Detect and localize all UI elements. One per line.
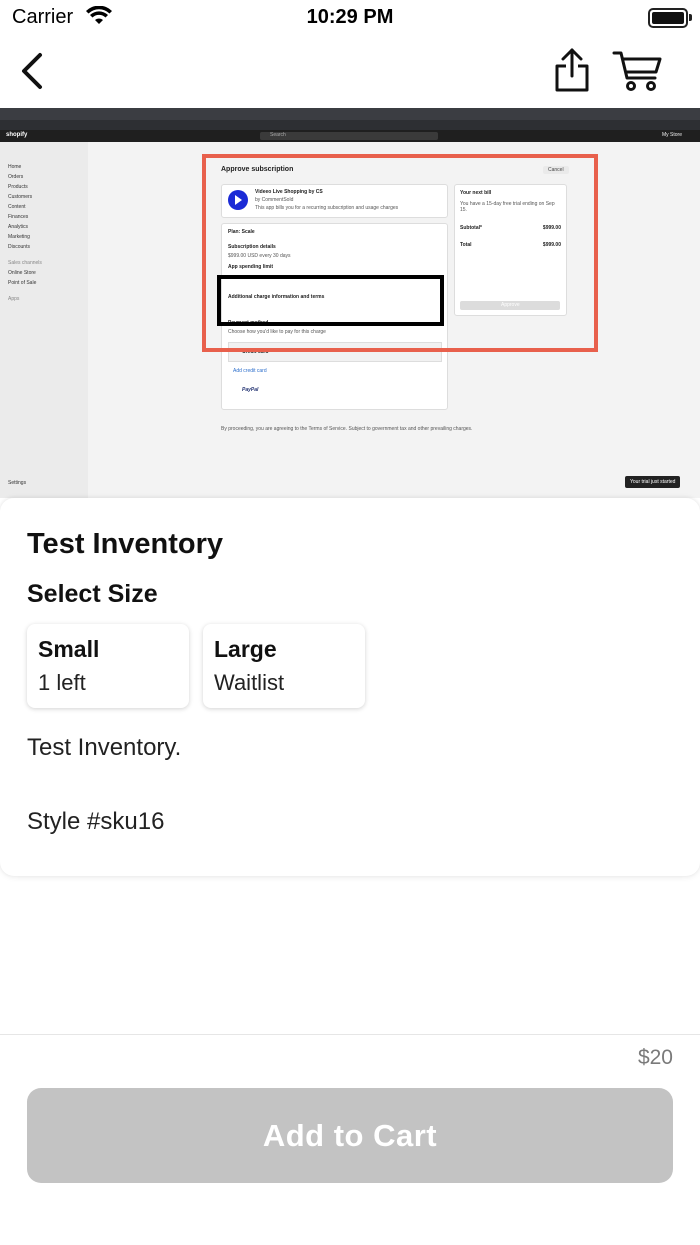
chevron-left-icon — [22, 53, 42, 89]
status-bar: Carrier 10:29 PM — [0, 0, 700, 36]
add-to-cart-button[interactable]: Add to Cart — [27, 1088, 673, 1183]
sidebar-item: Marketing — [8, 234, 30, 240]
battery-icon — [648, 8, 692, 28]
paypal-option: PayPal — [242, 387, 259, 393]
clock: 10:29 PM — [306, 6, 394, 28]
size-stock: 1 left — [38, 670, 86, 695]
product-title: Test Inventory — [27, 528, 224, 560]
size-name: Large — [214, 636, 277, 662]
size-name: Small — [38, 636, 100, 662]
sales-channels-label: Sales channels — [8, 260, 42, 266]
sidebar-item: Content — [8, 204, 26, 210]
share-icon — [555, 48, 589, 92]
size-option-small[interactable]: Small 1 left — [27, 624, 189, 708]
store-name: My Store — [662, 132, 683, 138]
admin-sidebar: Home Orders Products Customers Content F… — [0, 142, 88, 498]
sidebar-item: Home — [8, 164, 22, 170]
sidebar-item: Products — [8, 184, 28, 190]
admin-header: shopify Search My Store — [0, 130, 700, 142]
product-description: Test Inventory. — [27, 734, 182, 761]
share-button[interactable] — [552, 46, 592, 97]
trial-toast: Your trial just started — [625, 476, 681, 488]
sidebar-item: Discounts — [8, 244, 30, 250]
browser-toolbar — [0, 108, 700, 120]
product-image[interactable]: shopify Search My Store Home Orders Prod… — [0, 108, 700, 498]
admin-search: Search — [270, 132, 286, 138]
sidebar-item: Analytics — [8, 224, 29, 230]
sidebar-item: Online Store — [8, 270, 36, 276]
sidebar-item: Finances — [8, 214, 29, 220]
bookmarks-bar — [0, 120, 700, 130]
cart-icon — [612, 51, 662, 91]
select-size-label: Select Size — [27, 580, 158, 608]
terms-footer: By proceeding, you are agreeing to the T… — [221, 426, 473, 432]
back-button[interactable] — [18, 52, 46, 93]
sidebar-item: Customers — [8, 194, 33, 200]
price-label: $20 — [637, 1046, 673, 1069]
size-option-large[interactable]: Large Waitlist — [203, 624, 365, 708]
add-card-link: Add credit card — [233, 368, 267, 374]
sidebar-item: Point of Sale — [8, 280, 37, 286]
size-stock: Waitlist — [214, 670, 285, 695]
sidebar-item: Orders — [8, 174, 24, 180]
annotation-box — [217, 275, 444, 326]
settings-label: Settings — [8, 480, 27, 486]
apps-label: Apps — [8, 296, 20, 302]
cart-button[interactable] — [612, 50, 664, 95]
product-style: Style #sku16 — [27, 808, 165, 835]
